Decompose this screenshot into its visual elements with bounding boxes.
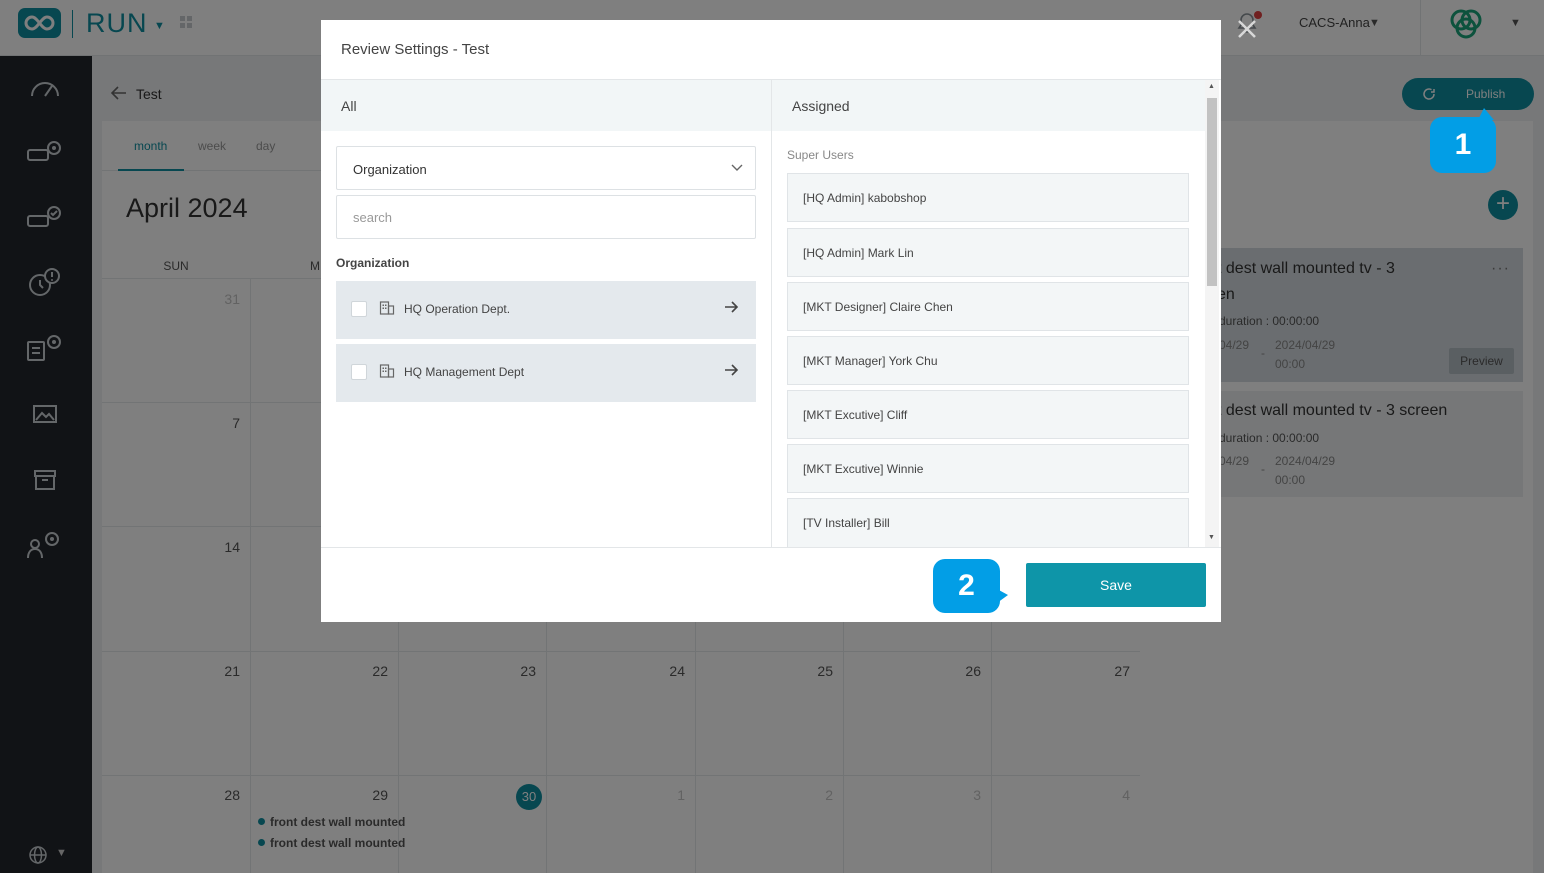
assigned-user-item[interactable]: [MKT Excutive] Cliff [787, 390, 1189, 439]
building-icon [379, 364, 395, 378]
chevron-down-icon [731, 164, 743, 171]
assigned-group-label: Super Users [787, 148, 854, 162]
scrollbar-thumb[interactable] [1207, 98, 1217, 286]
arrow-right-icon[interactable] [723, 362, 739, 378]
scroll-up-icon[interactable]: ▲ [1208, 83, 1215, 90]
assigned-user-name: [HQ Admin] Mark Lin [803, 246, 914, 260]
all-header-label: All [341, 98, 357, 114]
organization-section-label: Organization [336, 256, 410, 270]
assigned-user-name: [MKT Excutive] Cliff [803, 408, 908, 422]
organization-checkbox[interactable] [351, 301, 367, 317]
dialog-title: Review Settings - Test [341, 41, 490, 58]
assigned-user-name: [MKT Excutive] Winnie [803, 462, 924, 476]
organization-name: HQ Operation Dept. [404, 302, 511, 316]
assigned-header-label: Assigned [792, 98, 850, 114]
column-divider [771, 80, 772, 547]
review-settings-dialog: Review Settings - Test All Assigned Orga… [321, 20, 1221, 622]
assigned-user-item[interactable]: [MKT Manager] York Chu [787, 336, 1189, 385]
organization-item[interactable]: HQ Operation Dept. [336, 281, 756, 339]
save-button[interactable]: Save [1026, 563, 1206, 607]
search-input[interactable] [336, 195, 756, 239]
organization-checkbox[interactable] [351, 364, 367, 380]
close-icon[interactable] [1236, 18, 1258, 45]
assigned-user-item[interactable]: [MKT Excutive] Winnie [787, 444, 1189, 493]
assigned-user-name: [TV Installer] Bill [803, 516, 890, 530]
step-callout-1: 1 [1430, 108, 1496, 173]
step-callout-2: 2 [933, 559, 1008, 613]
assigned-user-item[interactable]: [MKT Designer] Claire Chen [787, 282, 1189, 331]
assigned-user-name: [MKT Manager] York Chu [803, 354, 938, 368]
assigned-user-name: [MKT Designer] Claire Chen [803, 300, 953, 314]
scroll-down-icon[interactable]: ▼ [1208, 534, 1215, 541]
select-value: Organization [353, 162, 427, 177]
assigned-user-name: [HQ Admin] kabobshop [803, 191, 927, 205]
organization-item[interactable]: HQ Management Dept [336, 344, 756, 402]
assigned-user-item[interactable]: [HQ Admin] Mark Lin [787, 228, 1189, 277]
organization-select[interactable]: Organization [336, 146, 756, 190]
all-column-header: All [321, 80, 771, 131]
building-icon [379, 301, 395, 315]
divider [321, 547, 1221, 548]
assigned-user-item[interactable]: [TV Installer] Bill [787, 498, 1189, 547]
assigned-user-item[interactable]: [HQ Admin] kabobshop [787, 173, 1189, 222]
assigned-column-header: Assigned [772, 80, 1205, 131]
scrollbar[interactable]: ▲ ▼ [1205, 80, 1219, 547]
arrow-right-icon[interactable] [723, 299, 739, 315]
organization-name: HQ Management Dept [404, 365, 525, 379]
